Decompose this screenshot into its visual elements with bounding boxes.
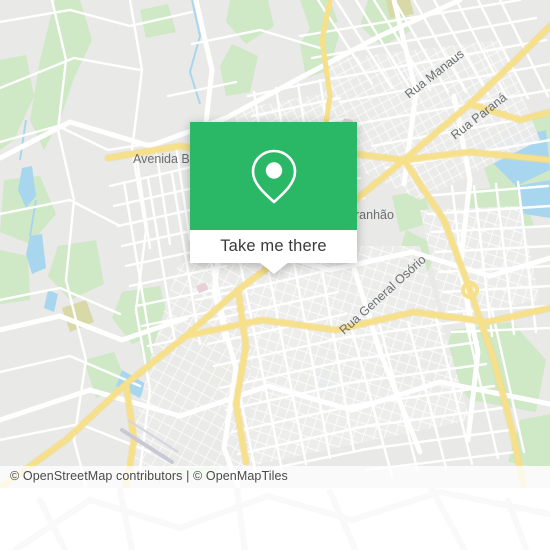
take-me-there-label: Take me there xyxy=(220,237,327,255)
street-label-rua-maranhao: ranhão xyxy=(355,208,394,222)
popup-header xyxy=(190,122,357,230)
page-footer: Apps Ivone Varela, Cascavel moovit xyxy=(0,488,550,550)
map-screenshot: Avenida Bra Rua Manaus Rua Paraná ranhão… xyxy=(0,0,550,550)
take-me-there-button[interactable]: Take me there xyxy=(190,230,357,263)
popup-pointer-tail xyxy=(259,262,289,274)
map-popup-card[interactable]: Take me there xyxy=(190,122,357,274)
footer-map-watermark xyxy=(0,488,550,550)
location-pin-icon xyxy=(251,149,296,204)
attribution-text[interactable]: © OpenStreetMap contributors | © OpenMap… xyxy=(10,469,288,483)
